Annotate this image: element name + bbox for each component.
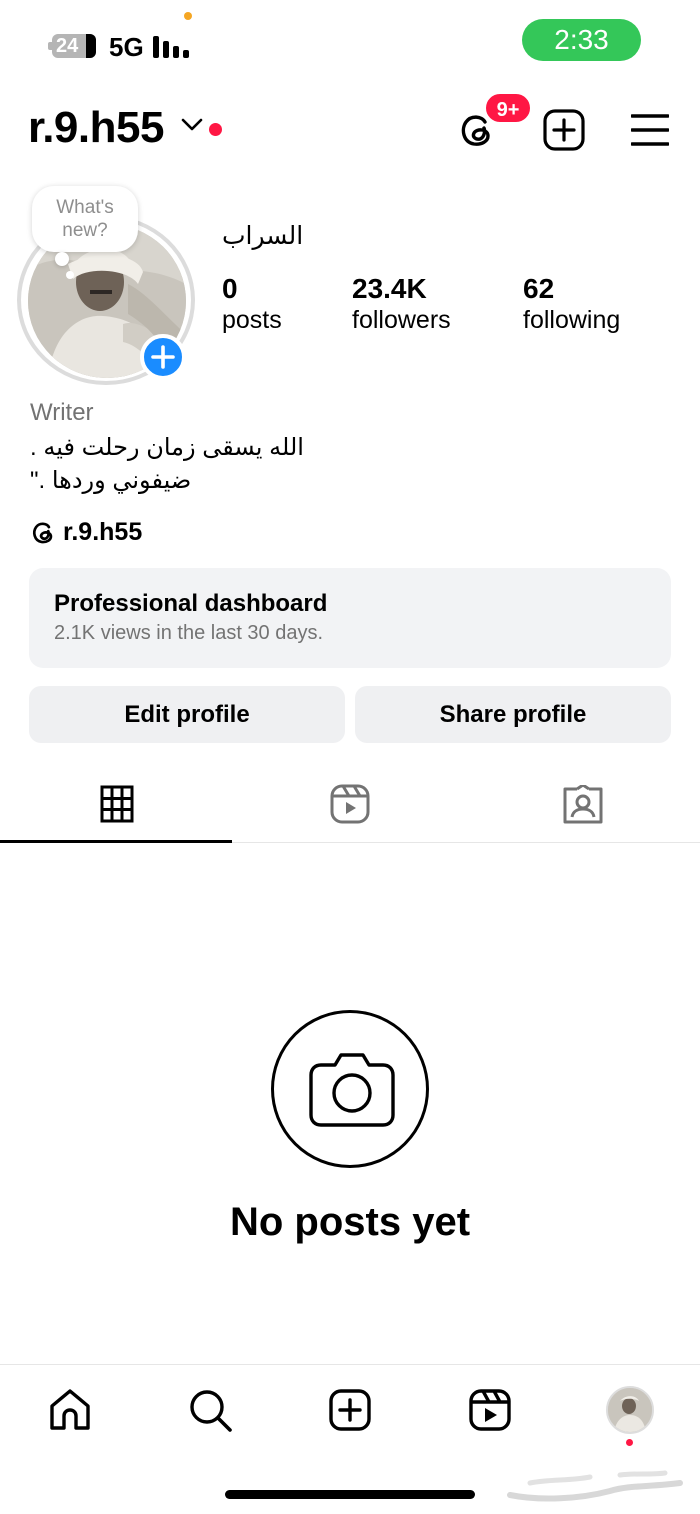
- create-icon[interactable]: [326, 1386, 374, 1434]
- tab-reels[interactable]: [233, 770, 466, 842]
- tagged-icon: [563, 785, 603, 824]
- home-indicator[interactable]: [225, 1490, 475, 1499]
- note-tail-small: [66, 271, 74, 279]
- tab-tagged[interactable]: [466, 770, 699, 842]
- account-switcher[interactable]: r.9.h55: [28, 103, 164, 153]
- following-count[interactable]: 62: [523, 273, 554, 305]
- threads-icon: [32, 522, 53, 544]
- share-profile-button[interactable]: Share profile: [355, 686, 671, 743]
- search-icon[interactable]: [186, 1386, 234, 1434]
- followers-label[interactable]: followers: [352, 306, 451, 335]
- reels-icon: [330, 784, 370, 824]
- status-time: 2:33: [522, 19, 641, 61]
- dashboard-title: Professional dashboard: [54, 590, 328, 617]
- home-icon[interactable]: [46, 1386, 94, 1434]
- posts-label: posts: [222, 306, 282, 334]
- posts-count: 0: [222, 273, 238, 304]
- note-bubble[interactable]: What's new?: [32, 186, 138, 252]
- profile-bio: الله يسقى زمان رحلت فيه . ضيفوني وردها .…: [30, 431, 304, 497]
- note-text: What's new?: [56, 197, 114, 241]
- profile-activity-dot: [626, 1439, 633, 1446]
- bottom-nav-separator: [0, 1364, 700, 1365]
- unread-dot: [209, 123, 222, 136]
- camera-icon: [309, 1053, 395, 1127]
- reels-icon[interactable]: [466, 1386, 514, 1434]
- battery-level: 24: [56, 35, 79, 57]
- display-name: السراب: [222, 222, 304, 250]
- followers-count[interactable]: 23.4K: [352, 273, 427, 305]
- add-story-button[interactable]: [140, 334, 186, 380]
- battery-icon: 24: [48, 34, 98, 58]
- empty-state-circle: [271, 1010, 429, 1168]
- threads-handle: r.9.h55: [63, 518, 143, 546]
- chevron-down-icon[interactable]: [181, 118, 203, 132]
- signal-icon: [153, 34, 193, 58]
- threads-profile-link[interactable]: r.9.h55: [30, 518, 142, 547]
- professional-dashboard-card[interactable]: Professional dashboard 2.1K views in the…: [29, 568, 671, 668]
- tab-posts-grid[interactable]: [0, 770, 233, 842]
- following-label[interactable]: following: [523, 306, 620, 335]
- active-tab-indicator: [0, 840, 232, 843]
- status-bar: 24 5G 2:33: [0, 0, 700, 90]
- create-icon[interactable]: [543, 109, 585, 151]
- profile-avatar[interactable]: [606, 1386, 654, 1434]
- grid-icon: [100, 785, 134, 823]
- dashboard-subtitle: 2.1K views in the last 30 days.: [54, 622, 324, 644]
- network-type: 5G: [109, 32, 144, 62]
- bio-line: الله يسقى زمان رحلت فيه .: [30, 434, 304, 461]
- privacy-indicator: [184, 12, 192, 20]
- notification-badge: 9+: [484, 92, 532, 124]
- profile-category: Writer: [30, 399, 94, 426]
- bio-line: ضيفوني وردها .": [30, 467, 192, 494]
- menu-icon[interactable]: [631, 113, 669, 147]
- empty-state-title: No posts yet: [229, 1200, 471, 1244]
- watermark-logo: [507, 1470, 683, 1502]
- edit-profile-button[interactable]: Edit profile: [29, 686, 345, 743]
- note-tail: [55, 252, 69, 266]
